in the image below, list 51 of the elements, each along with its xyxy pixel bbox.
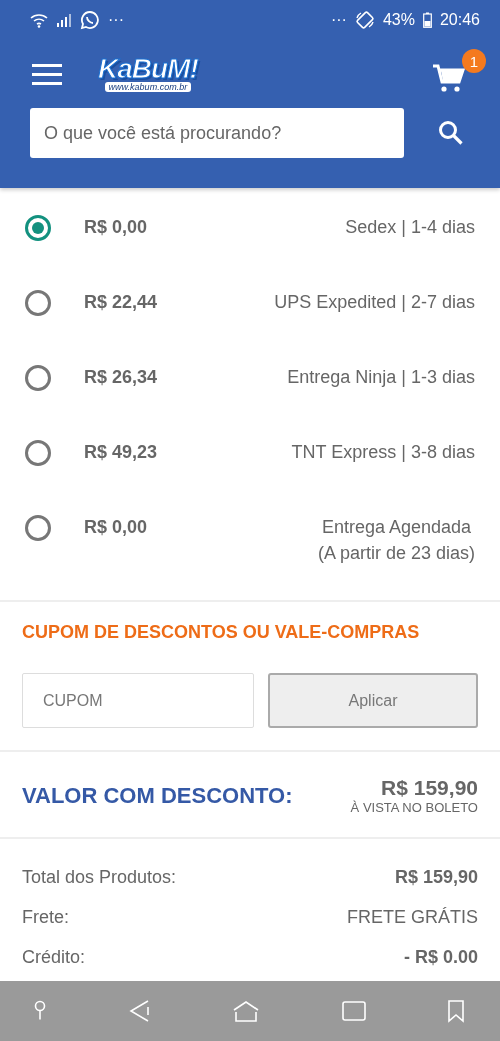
bookmark-icon[interactable]	[447, 999, 465, 1023]
search-button[interactable]	[438, 120, 464, 146]
clock: 20:46	[439, 11, 480, 29]
discount-value: R$ 159,90	[381, 776, 478, 800]
total-label: Crédito:	[22, 947, 86, 969]
radio-button[interactable]	[25, 215, 51, 241]
radio-button[interactable]	[25, 440, 51, 466]
shipping-service: UPS Expedited | 2-7 dias	[274, 291, 475, 314]
back-icon[interactable]	[127, 999, 152, 1023]
home-icon[interactable]	[232, 1000, 260, 1022]
shipping-service: Sedex | 1-4 dias	[345, 216, 475, 239]
total-value: FRETE GRÁTIS	[347, 907, 478, 929]
cart-count-badge: 1	[462, 49, 486, 73]
apply-button[interactable]: Aplicar	[268, 673, 478, 728]
more-indicator: ···	[108, 11, 124, 29]
shipping-service: TNT Express | 3-8 dias	[291, 441, 475, 464]
search-field[interactable]: O que você está procurando?	[30, 108, 404, 158]
shipping-service: Entrega Ninja | 1-3 dias	[287, 366, 475, 389]
total-value: R$ 159,90	[394, 867, 478, 889]
logo[interactable]: KaBuM! www.kabum.com.br	[98, 56, 198, 92]
battery-icon	[422, 12, 432, 28]
shipping-price: R$ 49,23	[84, 442, 158, 463]
signal-icon	[56, 13, 72, 27]
cart-icon	[432, 63, 466, 93]
search-icon	[438, 120, 464, 146]
radio-button[interactable]	[25, 515, 51, 541]
pin-icon[interactable]	[33, 1000, 47, 1022]
shipping-service: Entrega Agendada	[321, 516, 472, 539]
rotate-icon	[354, 10, 375, 30]
shipping-price: R$ 0,00	[84, 517, 148, 538]
shipping-price: R$ 26,34	[84, 367, 158, 388]
discount-label: VALOR COM DESCONTO:	[22, 782, 294, 809]
shipping-note: (A partir de 23 dias)	[317, 542, 475, 565]
coupon-heading: CUPOM DE DESCONTOS OU VALE-COMPRAS	[22, 622, 421, 643]
wifi-icon	[30, 12, 48, 28]
battery-percent: 43%	[382, 11, 415, 29]
total-label: Frete:	[22, 907, 69, 929]
radio-button[interactable]	[25, 365, 51, 391]
shipping-price: R$ 22,44	[84, 292, 158, 313]
total-label: Total dos Produtos:	[22, 867, 177, 889]
recent-apps-icon[interactable]	[340, 1000, 367, 1022]
chat-bubble-icon	[80, 10, 100, 30]
cart-button[interactable]: 1	[432, 49, 486, 93]
payment-note: À VISTA NO BOLETO	[350, 800, 478, 815]
total-value: - R$ 0.00	[403, 947, 478, 969]
more-indicator: ···	[330, 11, 347, 29]
radio-button[interactable]	[25, 290, 51, 316]
shipping-price: R$ 0,00	[84, 217, 148, 238]
menu-button[interactable]	[32, 62, 62, 86]
menu-icon	[32, 62, 62, 86]
coupon-field[interactable]: CUPOM	[22, 673, 254, 728]
